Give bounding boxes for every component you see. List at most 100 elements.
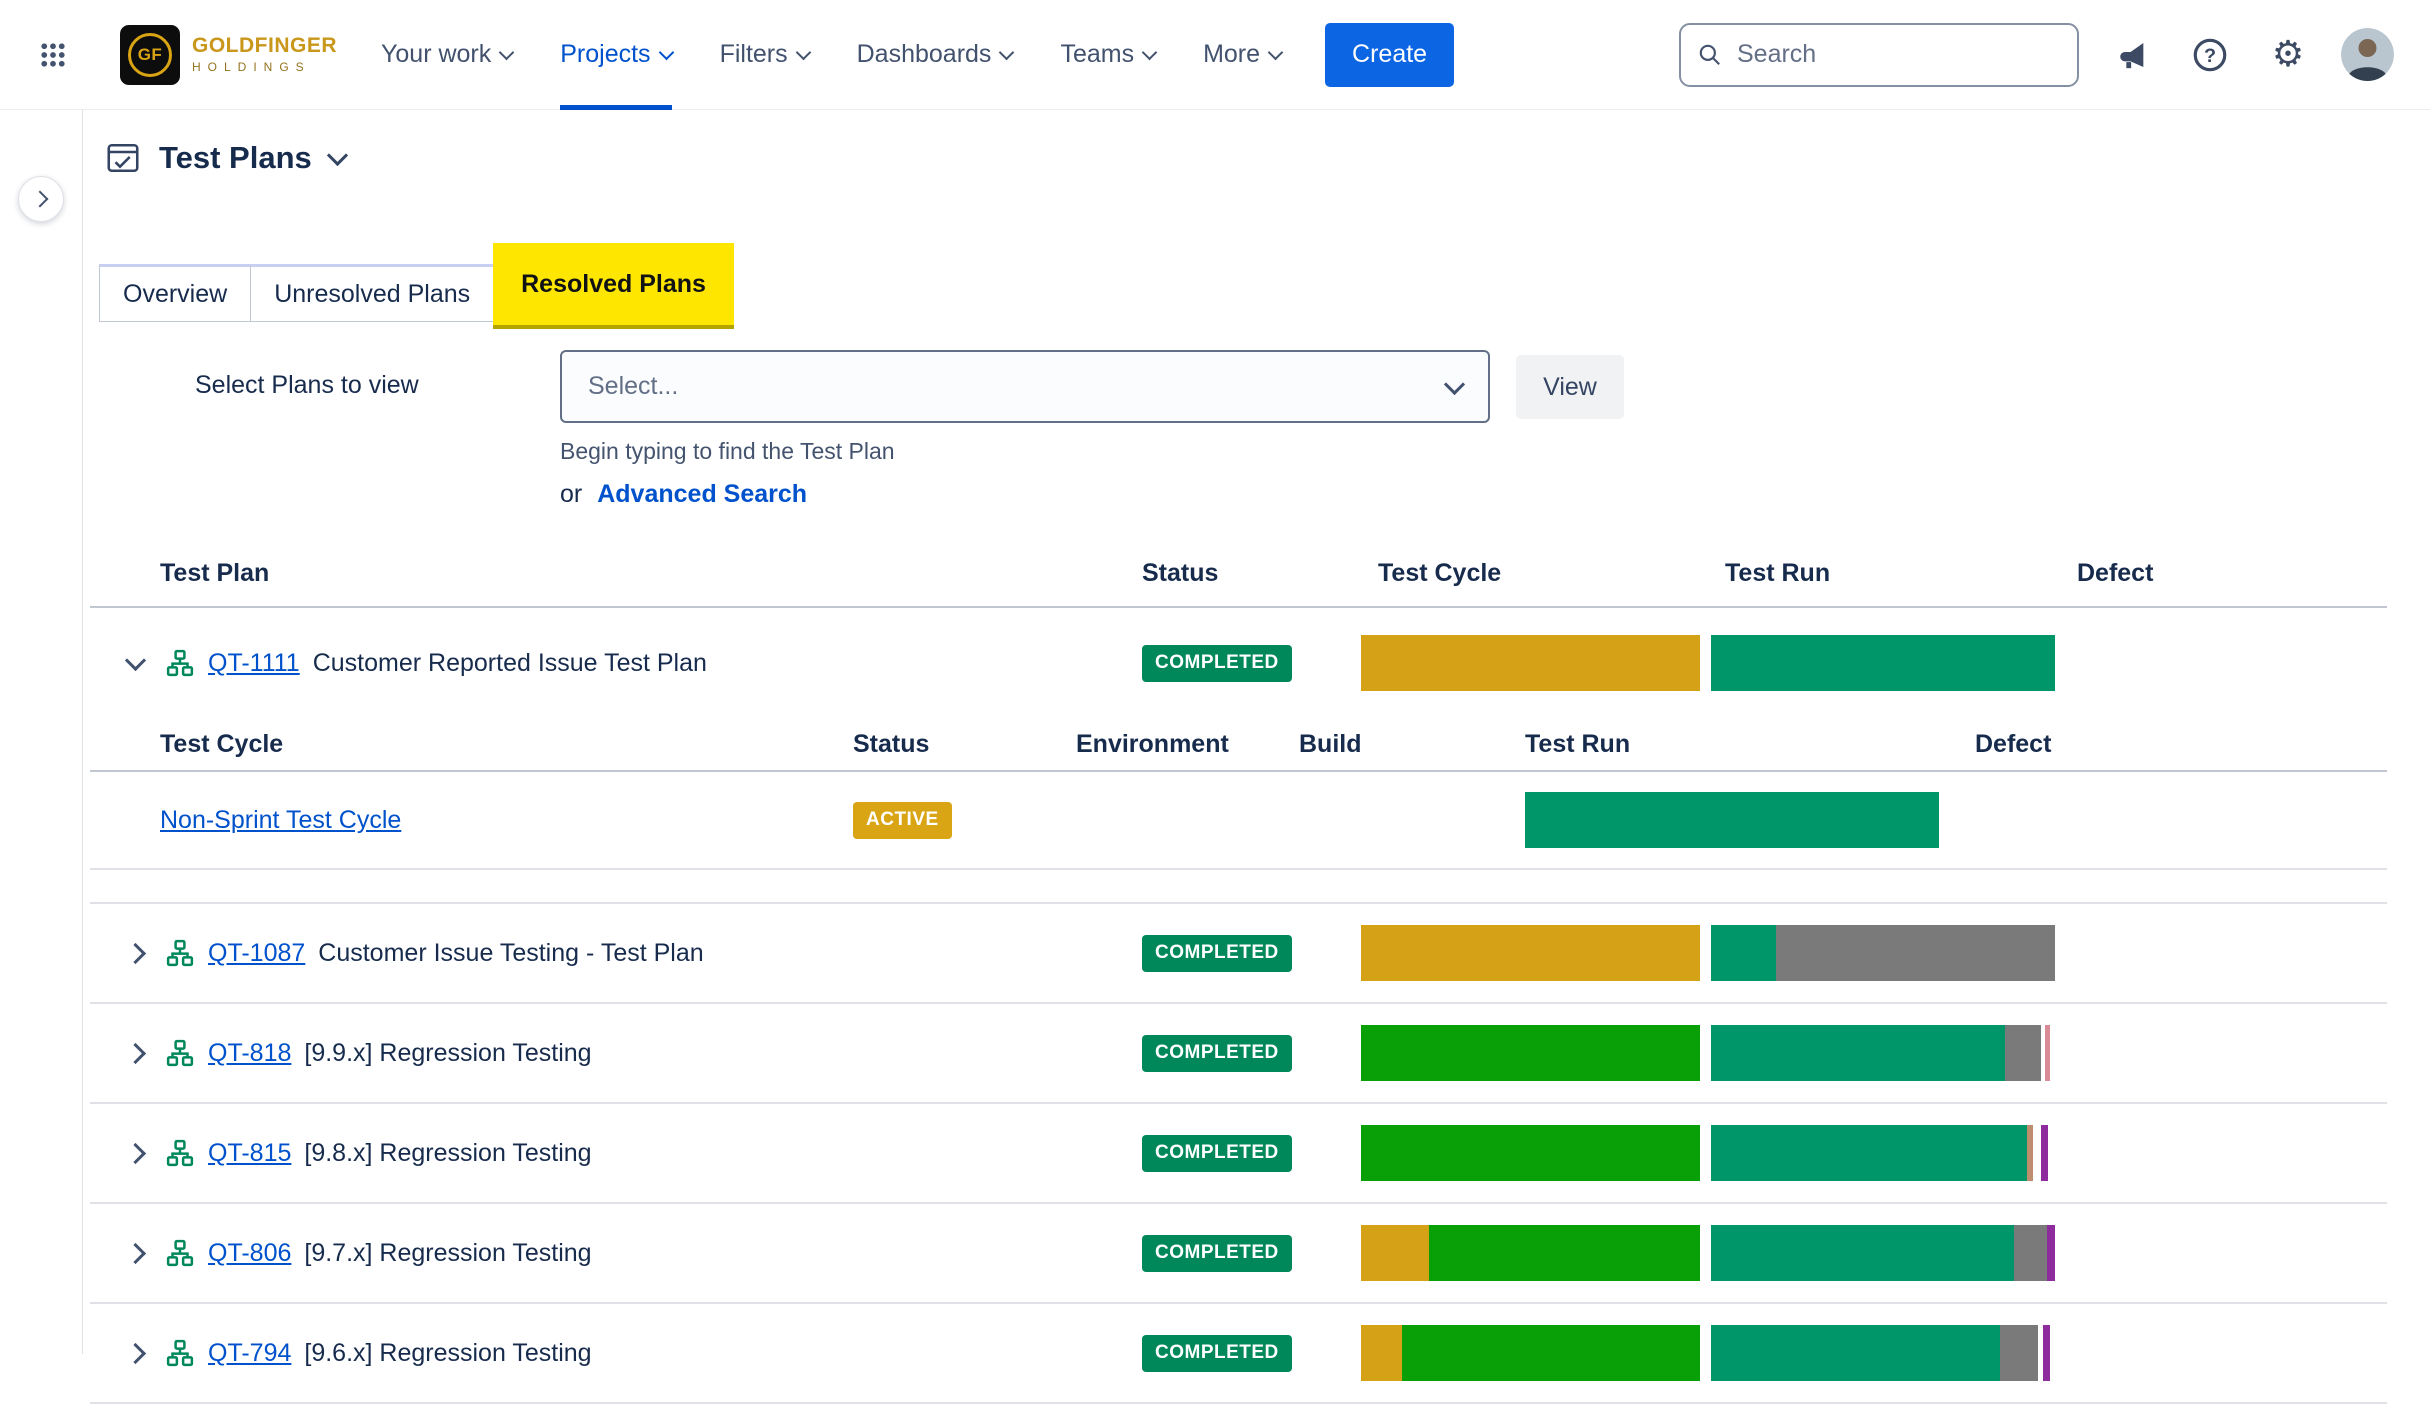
top-navigation-bar: GF GOLDFINGER HOLDINGS Your work Projects… [0, 0, 2430, 110]
nav-item-label: Dashboards [857, 40, 992, 69]
column-header-test-cycle: Test Cycle [1350, 559, 1711, 588]
search-icon [1697, 42, 1723, 68]
expand-row-button[interactable] [118, 1146, 152, 1161]
test-run-bar[interactable] [1711, 635, 2055, 691]
chevron-down-icon [658, 44, 674, 60]
test-plan-row: QT-794[9.6.x] Regression TestingCOMPLETE… [90, 1304, 2387, 1404]
test-cycle-bar[interactable] [1361, 1025, 1700, 1081]
bar-segment-white [2050, 1025, 2055, 1081]
tab-resolved-plans[interactable]: Resolved Plans [493, 243, 734, 329]
bar-segment-green [1361, 1125, 1700, 1181]
plans-tabs: Overview Unresolved Plans Resolved Plans [99, 243, 734, 329]
user-avatar[interactable] [2341, 28, 2394, 81]
status-badge: ACTIVE [853, 802, 952, 839]
column-header-test-run: Test Run [1711, 559, 2065, 588]
tab-label: Resolved Plans [521, 270, 706, 299]
page-title-dropdown[interactable] [330, 153, 345, 163]
nav-item-teams[interactable]: Teams [1060, 0, 1155, 110]
table-header-row: Test PlanStatusTest CycleTest RunDefect [90, 540, 2387, 608]
test-plan-key-link[interactable]: QT-1087 [208, 939, 305, 968]
test-cycle-bar[interactable] [1361, 1325, 1700, 1381]
expand-row-button[interactable] [118, 946, 152, 961]
app-switcher-button[interactable] [30, 32, 76, 78]
test-run-bar[interactable] [1711, 925, 2055, 981]
subtable-header-row: Test CycleStatusEnvironmentBuildTest Run… [90, 718, 2387, 772]
nav-item-filters[interactable]: Filters [720, 0, 809, 110]
company-logo[interactable]: GF GOLDFINGER HOLDINGS [120, 25, 337, 85]
test-cycle-link[interactable]: Non-Sprint Test Cycle [160, 806, 401, 835]
test-cycle-bar[interactable] [1361, 925, 1700, 981]
status-badge: COMPLETED [1142, 1235, 1292, 1272]
test-plan-key-link[interactable]: QT-806 [208, 1239, 291, 1268]
test-plan-row: QT-1111 Customer Reported Issue Test Plan… [90, 608, 2387, 718]
subtable-column-header-test-cycle: Test Cycle [90, 730, 840, 759]
bar-segment-green [1361, 1025, 1700, 1081]
plans-select[interactable]: Select... [560, 350, 1490, 423]
avatar-photo [2341, 28, 2394, 81]
test-plans-page-icon [105, 140, 141, 176]
test-plan-icon [165, 1338, 195, 1368]
test-plan-key-link[interactable]: QT-815 [208, 1139, 291, 1168]
tab-overview[interactable]: Overview [99, 264, 251, 322]
bar-segment-green [1429, 1225, 1700, 1281]
test-plan-key-link[interactable]: QT-818 [208, 1039, 291, 1068]
expand-sidebar-button[interactable] [18, 176, 64, 222]
expand-row-button[interactable] [118, 1046, 152, 1061]
tab-unresolved-plans[interactable]: Unresolved Plans [250, 264, 494, 322]
bar-segment-teal [1525, 792, 1939, 848]
chevron-down-icon [499, 44, 515, 60]
bar-segment-grey [2000, 1325, 2038, 1381]
sidebar-divider [82, 110, 83, 1354]
nav-item-more[interactable]: More [1203, 0, 1281, 110]
expand-row-button[interactable] [118, 1246, 152, 1261]
test-run-bar[interactable] [1711, 1325, 2055, 1381]
subtable-column-header-build: Build [1280, 730, 1500, 759]
status-badge: COMPLETED [1142, 1135, 1292, 1172]
test-cycle-bar[interactable] [1361, 1125, 1700, 1181]
chevron-down-icon [327, 145, 348, 166]
tab-label: Overview [123, 280, 227, 309]
test-plan-key-link[interactable]: QT-794 [208, 1339, 291, 1368]
column-header-defect: Defect [2065, 559, 2387, 588]
view-button[interactable]: View [1516, 355, 1624, 419]
test-cycle-bar[interactable] [1361, 635, 1700, 691]
settings-button[interactable]: ⚙ [2263, 30, 2313, 80]
logo-line2: HOLDINGS [192, 61, 337, 74]
bar-segment-teal [1711, 635, 2055, 691]
search-input[interactable] [1735, 39, 2061, 70]
test-plan-row: QT-1087Customer Issue Testing - Test Pla… [90, 904, 2387, 1004]
chevron-down-icon [795, 44, 811, 60]
test-cycles-subtable: Test CycleStatusEnvironmentBuildTest Run… [90, 718, 2387, 870]
test-run-bar[interactable] [1711, 1125, 2055, 1181]
logo-emblem: GF [120, 25, 180, 85]
nav-item-your-work[interactable]: Your work [381, 0, 512, 110]
test-cycle-bar[interactable] [1361, 1225, 1700, 1281]
expand-row-button[interactable] [118, 1346, 152, 1361]
bar-segment-white [2033, 1125, 2042, 1181]
collapse-row-button[interactable] [118, 658, 152, 668]
nav-item-projects[interactable]: Projects [560, 0, 671, 110]
chevron-right-icon [124, 1342, 145, 1363]
help-button[interactable]: ? [2185, 30, 2235, 80]
announcements-button[interactable] [2107, 30, 2157, 80]
test-run-bar[interactable] [1711, 1225, 2055, 1281]
bar-segment-yellow [1361, 635, 1700, 691]
bar-segment-white [2050, 1325, 2055, 1381]
run-bar[interactable] [1525, 792, 1939, 848]
subtable-column-header-environment: Environment [1060, 730, 1280, 759]
select-plans-label: Select Plans to view [195, 371, 419, 400]
create-button[interactable]: Create [1325, 23, 1454, 87]
test-plan-title: [9.7.x] Regression Testing [304, 1239, 591, 1268]
test-plan-key-link[interactable]: QT-1111 [208, 649, 300, 678]
nav-item-label: Projects [560, 40, 650, 69]
test-run-bar[interactable] [1711, 1025, 2055, 1081]
nav-item-dashboards[interactable]: Dashboards [857, 0, 1013, 110]
section-separator [90, 870, 2387, 904]
test-plan-title: Customer Reported Issue Test Plan [313, 649, 707, 678]
global-search[interactable] [1679, 23, 2079, 87]
app-grid-icon [38, 40, 68, 70]
advanced-search-link[interactable]: Advanced Search [597, 480, 807, 509]
help-icon: ? [2191, 36, 2229, 74]
column-header-test-plan: Test Plan [90, 559, 1130, 588]
bar-segment-white [2048, 1125, 2055, 1181]
